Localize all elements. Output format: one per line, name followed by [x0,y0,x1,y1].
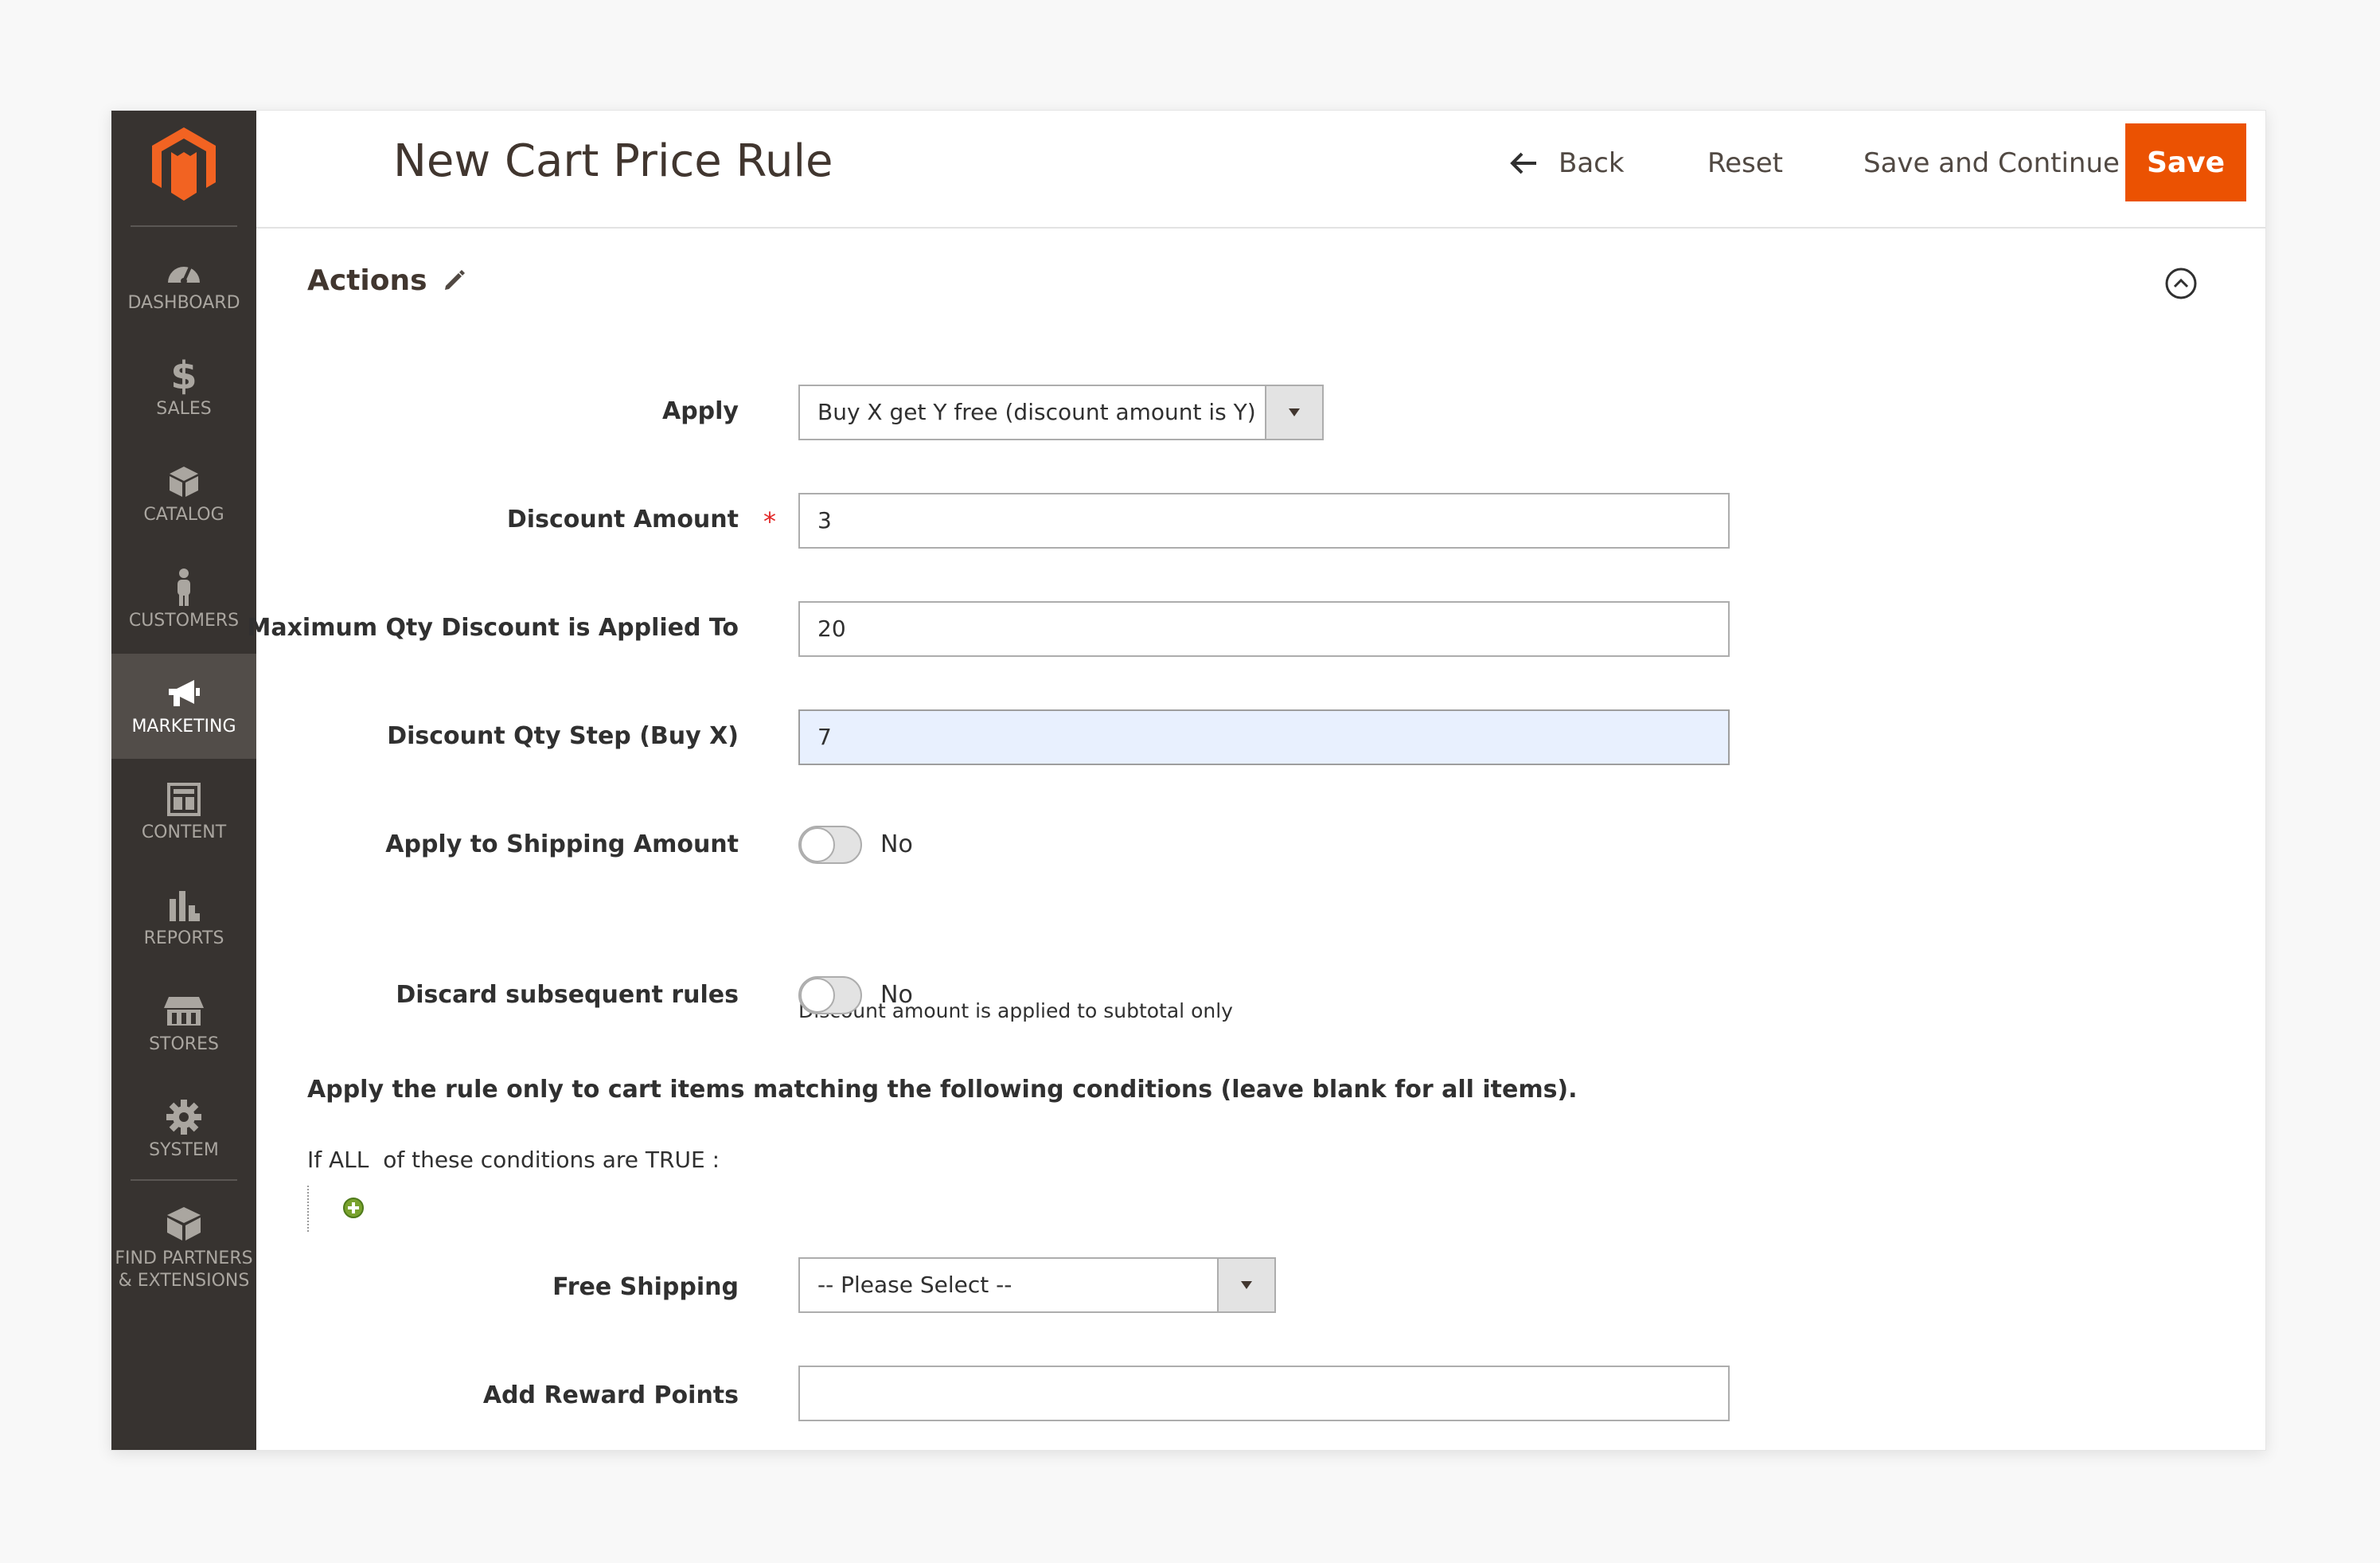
section-title[interactable]: Actions [307,262,427,300]
nav-customers[interactable]: CUSTOMERS [111,548,256,653]
apply-shipping-label: Apply to Shipping Amount [385,830,739,858]
apply-select-toggle[interactable] [1265,386,1322,439]
admin-window: DASHBOARD $ SALES CATALOG CUSTOMERS MARK… [111,110,2266,1451]
layout-icon [111,780,256,819]
conditions-suffix: : [712,1147,720,1173]
free-shipping-select[interactable]: -- Please Select -- [798,1257,1276,1313]
nav-reports[interactable]: REPORTS [111,866,256,971]
store-icon [111,992,256,1030]
qty-step-input[interactable]: 7 [798,709,1730,765]
required-indicator: * [763,506,776,537]
cubes-icon [111,1205,256,1243]
reward-points-input[interactable] [798,1366,1730,1421]
nav-dashboard[interactable]: DASHBOARD [111,230,256,335]
nav-label: REPORTS [143,928,224,948]
logo-divider [131,225,237,227]
apply-select-value: Buy X get Y free (discount amount is Y) [817,399,1256,425]
toggle-knob [800,827,835,862]
nav-find-partners[interactable]: FIND PARTNERS & EXTENSIONS [111,1184,256,1303]
nav-sales[interactable]: $ SALES [111,336,256,441]
nav-stores[interactable]: STORES [111,971,256,1077]
caret-down-icon [1241,1281,1252,1289]
arrow-left-icon [1510,152,1536,174]
nav-catalog[interactable]: CATALOG [111,442,256,547]
nav-label: FIND PARTNERS & EXTENSIONS [111,1248,256,1292]
back-label: Back [1559,147,1625,179]
nav-label: MARKETING [131,717,236,737]
free-shipping-toggle[interactable] [1217,1259,1274,1311]
nav-label: STORES [149,1034,219,1054]
free-shipping-value: -- Please Select -- [817,1272,1012,1298]
nav-label-line: & EXTENSIONS [118,1271,250,1291]
magento-logo[interactable] [149,124,219,204]
box-icon [111,463,256,501]
page-header: New Cart Price Rule Back Reset Save and … [256,111,2265,229]
conditions-prefix: If [307,1147,322,1173]
apply-label: Apply [661,397,739,425]
bar-chart-icon [111,886,256,924]
conditions-heading: Apply the rule only to cart items matchi… [307,1076,1578,1104]
nav-marketing[interactable]: MARKETING [111,654,256,759]
admin-sidebar: DASHBOARD $ SALES CATALOG CUSTOMERS MARK… [111,111,256,1450]
nav-label: SYSTEM [149,1140,219,1160]
discount-amount-label: Discount Amount [506,506,739,533]
apply-shipping-toggle[interactable] [798,826,862,864]
discard-rules-label: Discard subsequent rules [396,981,739,1009]
dashboard-icon [111,251,256,289]
nav-divider [131,1179,237,1181]
dollar-icon: $ [170,354,197,398]
discard-rules-toggle[interactable] [798,976,862,1014]
conditions-tree-line [307,1186,310,1232]
collapse-icon[interactable] [2164,267,2198,303]
apply-select[interactable]: Buy X get Y free (discount amount is Y) [798,385,1324,440]
qty-step-label: Discount Qty Step (Buy X) [387,722,739,750]
discount-amount-input[interactable]: 3 [798,493,1730,549]
toggle-knob [800,978,835,1013]
conditions-middle: of these conditions are [383,1147,638,1173]
person-icon [111,569,256,607]
apply-shipping-note: Discount amount is applied to subtotal o… [798,999,1233,1022]
conditions-statement: If ALL of these conditions are TRUE : [307,1145,720,1175]
max-qty-input[interactable]: 20 [798,601,1730,657]
pencil-icon[interactable] [443,268,466,295]
free-shipping-label: Free Shipping [552,1273,739,1301]
nav-label: CUSTOMERS [128,611,240,631]
nav-label-line: FIND PARTNERS [115,1248,253,1268]
discard-rules-state: No [880,981,913,1009]
apply-shipping-state: No [880,830,913,858]
nav-label: CONTENT [141,823,227,842]
save-button[interactable]: Save [2125,123,2246,201]
reward-points-label: Add Reward Points [482,1381,739,1409]
add-condition-icon[interactable] [342,1197,365,1222]
megaphone-icon [111,674,256,713]
page-title: New Cart Price Rule [393,135,833,187]
back-button[interactable]: Back [1509,125,1625,201]
max-qty-label: Maximum Qty Discount is Applied To [247,614,739,642]
nav-system[interactable]: SYSTEM [111,1077,256,1182]
nav-content[interactable]: CONTENT [111,760,256,865]
conditions-aggregator[interactable]: ALL [329,1147,369,1173]
conditions-value[interactable]: TRUE [646,1147,705,1173]
caret-down-icon [1289,408,1300,416]
gear-icon [111,1098,256,1136]
nav-label: SALES [156,399,212,419]
nav-label: CATALOG [143,505,224,525]
reset-button[interactable]: Reset [1707,125,1783,201]
nav-label: DASHBOARD [127,293,240,313]
